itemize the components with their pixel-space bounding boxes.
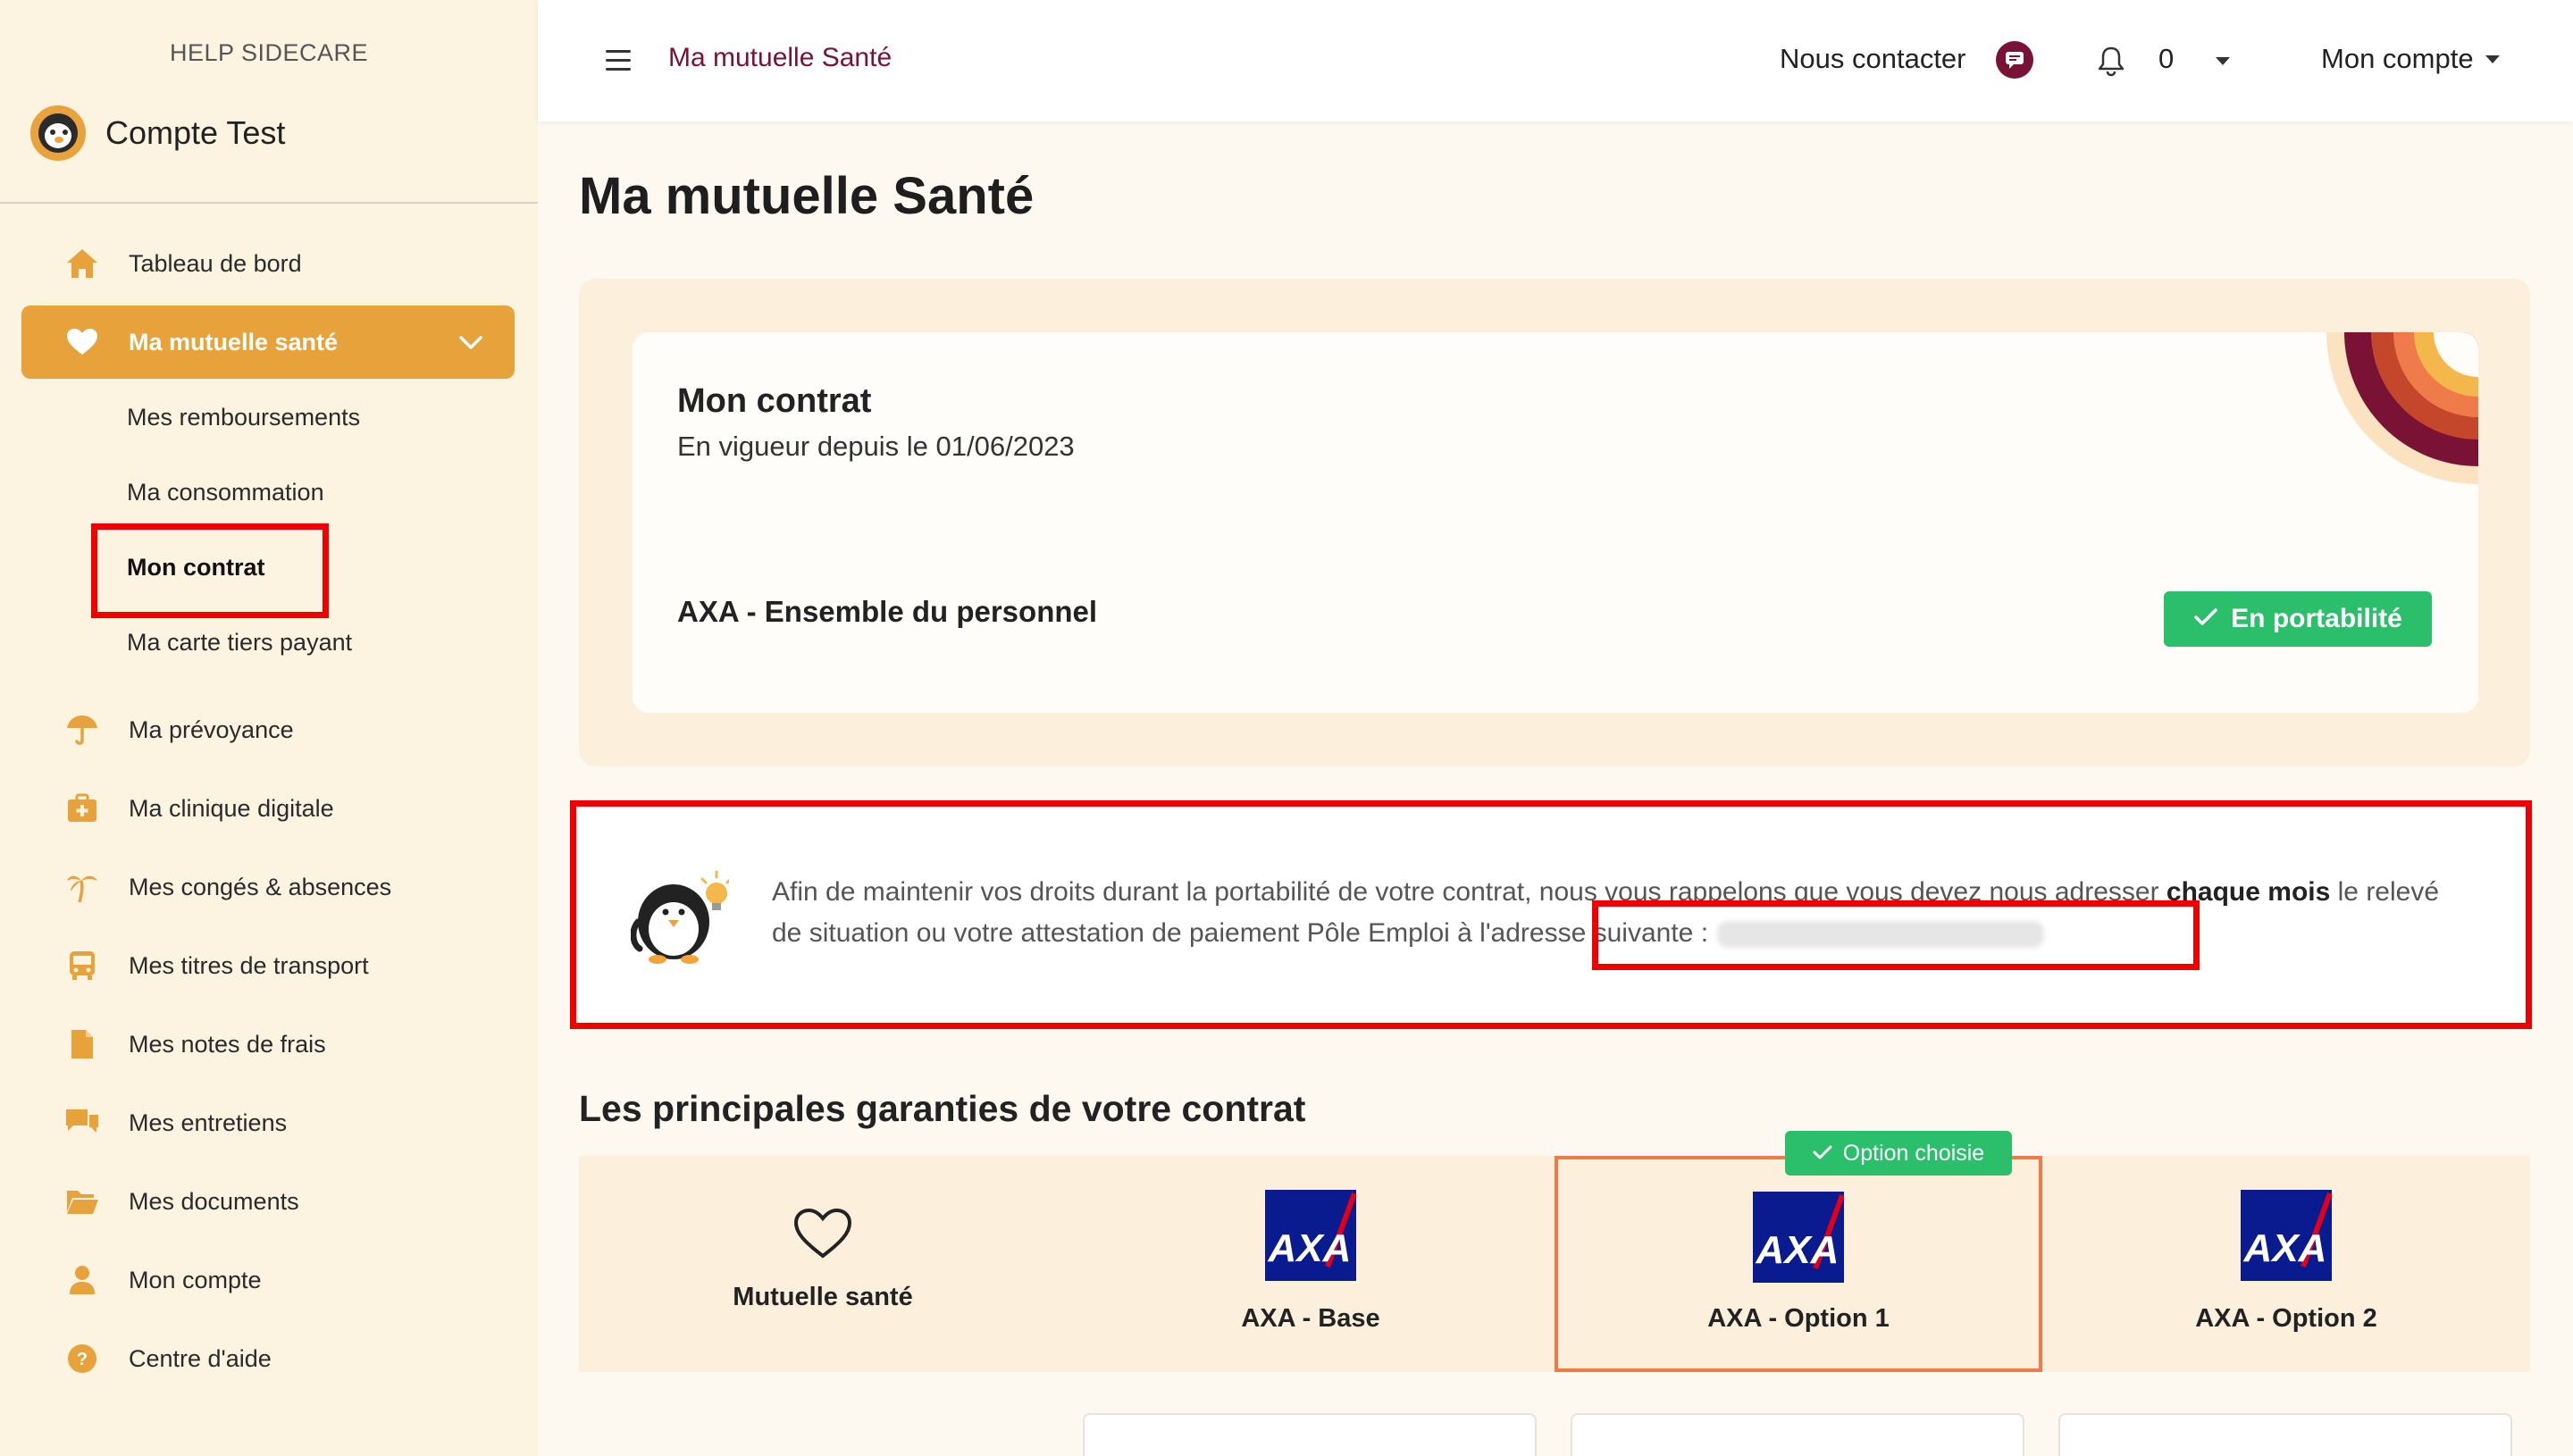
heart-icon (64, 324, 100, 360)
check-icon (1813, 1141, 1832, 1167)
hamburger-menu-icon[interactable] (606, 50, 631, 71)
sidebar-subitem-consumption[interactable]: Ma consommation (127, 479, 324, 506)
guarantee-detail-card (1571, 1413, 2024, 1456)
sidebar-item-expenses[interactable]: Mes notes de frais (21, 1008, 515, 1081)
sidebar-item-label: Mes documents (129, 1187, 299, 1215)
sidebar-item-account[interactable]: Mon compte (21, 1243, 515, 1317)
guarantee-column-label: Mutuelle santé (733, 1283, 913, 1311)
guarantee-column-label: AXA - Option 1 (1707, 1304, 1890, 1333)
guarantee-detail-card (1083, 1413, 1537, 1456)
sidebar-item-label: Ma mutuelle santé (129, 328, 339, 356)
sidebar: HELP SIDECARE Compte Test Tableau de bor… (0, 0, 538, 1456)
chevron-down-icon (457, 329, 484, 362)
sidebar-item-label: Mon compte (129, 1266, 262, 1293)
sidebar-item-documents[interactable]: Mes documents (21, 1165, 515, 1238)
contract-title: Mon contrat (677, 382, 872, 420)
medical-kit-icon (64, 791, 100, 826)
message-icon[interactable] (1996, 41, 2033, 79)
top-header: Ma mutuelle Santé Nous contacter 0 Mon c… (538, 0, 2573, 121)
sidebar-item-label: Mes titres de transport (129, 951, 369, 979)
account-caret-icon[interactable] (2485, 55, 2500, 63)
help-icon: ? (64, 1341, 100, 1377)
avatar (30, 105, 86, 161)
sidebar-item-label: Ma clinique digitale (129, 794, 334, 822)
bell-icon[interactable] (2096, 45, 2126, 77)
account-switcher[interactable]: Compte Test (30, 105, 285, 161)
highlight-box (91, 523, 329, 618)
home-icon (64, 246, 100, 281)
notifications-caret-icon[interactable] (2216, 57, 2230, 65)
highlight-box (1592, 900, 2200, 970)
option-chosen-label: Option choisie (1842, 1140, 1985, 1166)
sidebar-item-help-center[interactable]: ? Centre d'aide (21, 1322, 515, 1395)
sidebar-item-dashboard[interactable]: Tableau de bord (21, 227, 515, 300)
sidebar-item-health-insurance[interactable]: Ma mutuelle santé (21, 305, 515, 379)
axa-logo: AXA (1753, 1192, 1845, 1283)
umbrella-icon (64, 712, 100, 748)
decorative-arcs (2309, 332, 2478, 502)
axa-logo: AXA (1265, 1190, 1357, 1281)
notification-count: 0 (2158, 43, 2175, 74)
guarantee-column-health: Mutuelle santé (579, 1156, 1067, 1372)
page-title: Ma mutuelle Santé (579, 167, 1035, 225)
axa-logo-text: AXA (1268, 1226, 1352, 1270)
guarantee-detail-card (2058, 1413, 2512, 1456)
sidebar-item-provident[interactable]: Ma prévoyance (21, 693, 515, 766)
palm-tree-icon (64, 869, 100, 905)
account-menu[interactable]: Mon compte (2321, 43, 2474, 75)
svg-text:?: ? (77, 1350, 88, 1369)
bus-icon (64, 948, 100, 983)
axa-logo-text: AXA (2243, 1226, 2327, 1270)
account-name: Compte Test (105, 114, 286, 151)
guarantee-column-base[interactable]: AXA AXA - Base (1067, 1156, 1555, 1372)
sidebar-item-label: Mes notes de frais (129, 1030, 326, 1058)
axa-logo-text: AXA (1756, 1228, 1840, 1272)
check-icon (2193, 604, 2218, 634)
option-chosen-badge: Option choisie (1785, 1131, 2012, 1176)
highlight-box (570, 800, 2532, 1029)
contract-start-date: En vigueur depuis le 01/06/2023 (677, 431, 1075, 462)
axa-logo: AXA (2241, 1190, 2333, 1281)
sidebar-item-digital-clinic[interactable]: Ma clinique digitale (21, 772, 515, 845)
guarantee-column-option-2[interactable]: AXA AXA - Option 2 (2042, 1156, 2530, 1372)
sidebar-item-leaves[interactable]: Mes congés & absences (21, 850, 515, 924)
chat-icon (64, 1105, 100, 1141)
portability-badge: En portabilité (2164, 591, 2432, 647)
help-sidecare-title: HELP SIDECARE (169, 39, 369, 66)
guarantees-table: Mutuelle santé AXA AXA - Base AXA AXA - … (579, 1156, 2530, 1372)
sidebar-divider (0, 202, 538, 204)
sidebar-item-label: Mes congés & absences (129, 873, 392, 900)
user-icon (64, 1262, 100, 1298)
folder-icon (64, 1184, 100, 1219)
sidebar-item-label: Mes entretiens (129, 1109, 288, 1136)
sidebar-subitem-reimbursements[interactable]: Mes remboursements (127, 404, 360, 431)
sidebar-subitem-third-party-card[interactable]: Ma carte tiers payant (127, 629, 352, 657)
guarantee-column-option-1[interactable]: AXA AXA - Option 1 (1555, 1156, 2042, 1372)
sidebar-item-transport[interactable]: Mes titres de transport (21, 929, 515, 1002)
portability-label: En portabilité (2231, 604, 2402, 633)
sidebar-item-label: Ma prévoyance (129, 715, 294, 743)
guarantees-title: Les principales garanties de votre contr… (579, 1088, 1306, 1129)
file-icon (64, 1026, 100, 1062)
contract-name: AXA - Ensemble du personnel (677, 595, 1098, 628)
heart-outline-icon (793, 1208, 852, 1264)
guarantee-column-label: AXA - Base (1241, 1304, 1380, 1333)
sidebar-item-label: Centre d'aide (129, 1344, 272, 1372)
contact-link[interactable]: Nous contacter (1780, 43, 1966, 75)
guarantee-column-label: AXA - Option 2 (2195, 1304, 2377, 1333)
sidebar-item-label: Tableau de bord (129, 249, 302, 277)
sidebar-item-interviews[interactable]: Mes entretiens (21, 1086, 515, 1159)
header-title: Ma mutuelle Santé (668, 43, 893, 72)
contract-card: Mon contrat En vigueur depuis le 01/06/2… (633, 332, 2478, 713)
